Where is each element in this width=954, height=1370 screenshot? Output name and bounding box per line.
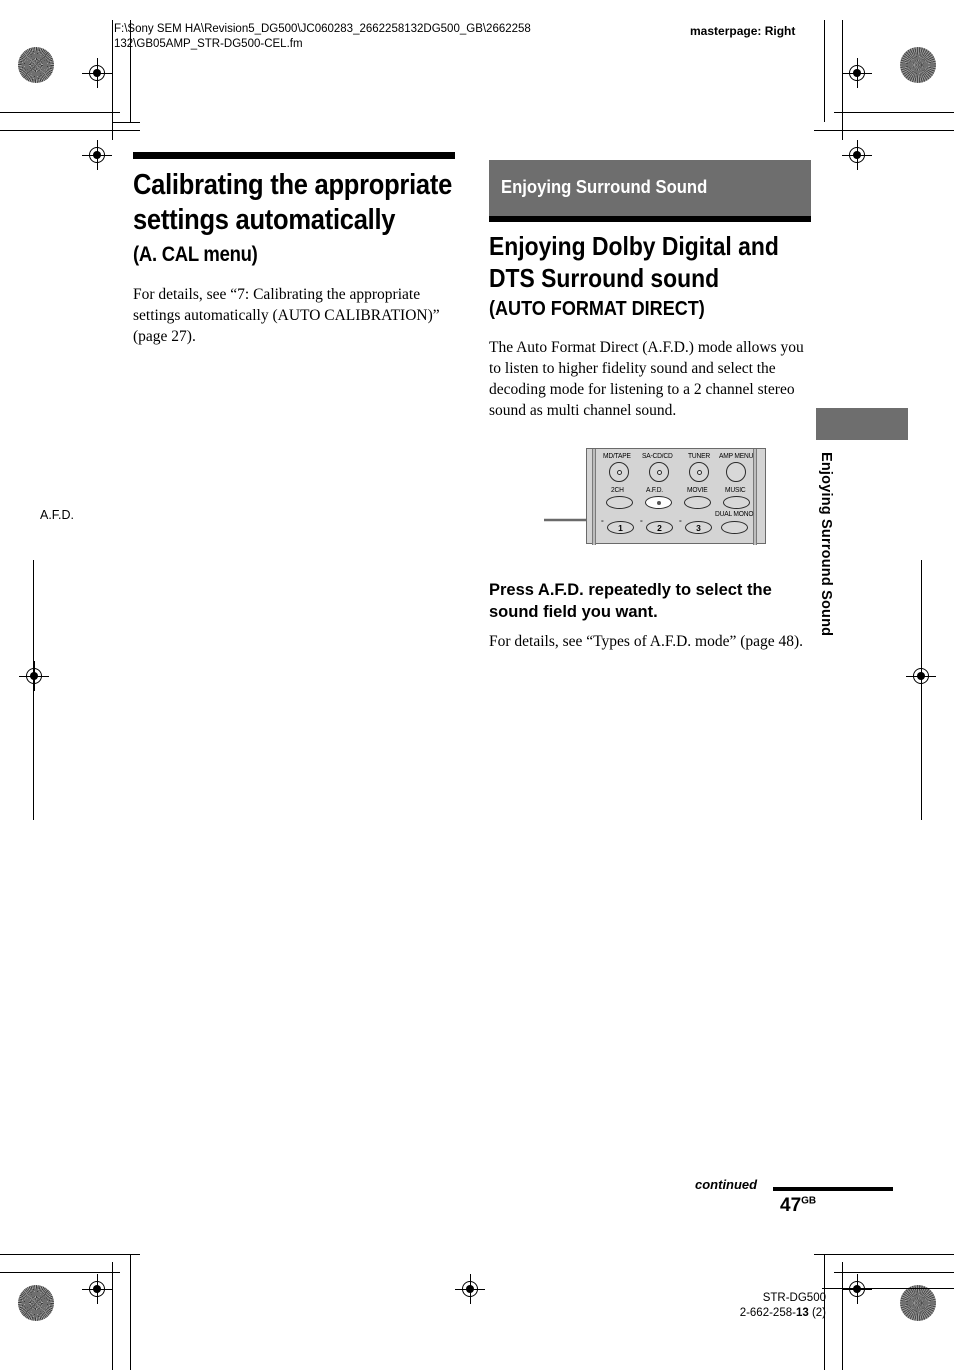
remote-button-sa-cd-cd[interactable] <box>649 462 669 482</box>
registration-mark <box>906 661 936 691</box>
callout-label-afd: A.F.D. <box>40 508 75 522</box>
section-banner-title: Enjoying Surround Sound <box>501 176 708 197</box>
crop-mark-line <box>0 112 120 113</box>
model-name: STR-DG500 <box>762 1292 826 1304</box>
remote-button-preset-1[interactable]: 1 <box>607 521 634 534</box>
remote-button-2ch[interactable] <box>606 496 633 509</box>
remote-button-tuner[interactable] <box>689 462 709 482</box>
registration-mark <box>19 661 49 691</box>
remote-label-music: MUSIC <box>725 487 746 494</box>
remote-label-md-tape: MD/TAPE <box>603 453 631 460</box>
crop-mark-line <box>834 112 954 113</box>
crop-mark-line <box>0 1254 140 1255</box>
remote-button-md-tape[interactable] <box>609 462 629 482</box>
crop-mark-line <box>814 130 954 131</box>
section-rule <box>133 152 455 159</box>
right-heading-main: Enjoying Dolby Digital and DTS Surround … <box>489 231 779 293</box>
remote-label-2ch: 2CH <box>611 487 624 494</box>
left-body-text: For details, see “7: Calibrating the app… <box>133 286 440 345</box>
remote-label-afd: A.F.D. <box>646 487 663 494</box>
rosette-target <box>18 47 54 83</box>
instruction-block: Press A.F.D. repeatedly to select the so… <box>489 579 811 652</box>
remote-rail-left <box>592 449 596 545</box>
right-heading-sub: (AUTO FORMAT DIRECT) <box>489 297 705 320</box>
left-column: Calibrating the appropriate settings aut… <box>133 152 455 347</box>
remote-button-movie[interactable] <box>684 496 711 509</box>
preset-dot-3: ° <box>679 520 682 527</box>
page-number: 47GB <box>780 1195 816 1217</box>
rosette-target <box>900 1285 936 1321</box>
preset-dot-1: ° <box>601 520 604 527</box>
crop-mark-line <box>834 1272 954 1273</box>
part-number: 2-662-258-13 (2) <box>739 1307 826 1319</box>
page-number-value: 47 <box>780 1195 802 1216</box>
crop-mark-line <box>0 130 140 131</box>
continued-rule <box>773 1187 893 1191</box>
section-banner: Enjoying Surround Sound <box>489 160 811 216</box>
remote-label-sa-cd-cd: SA-CD/CD <box>642 453 673 460</box>
continued-label: continued <box>695 1177 758 1192</box>
remote-button-afd[interactable] <box>645 496 672 509</box>
registration-mark <box>82 1274 112 1304</box>
remote-rail-right <box>753 449 757 545</box>
right-column: Enjoying Surround Sound Enjoying Dolby D… <box>489 160 811 421</box>
remote-button-preset-2[interactable]: 2 <box>646 521 673 534</box>
registration-mark <box>842 1274 872 1304</box>
masterpage-label: masterpage: Right <box>690 24 796 38</box>
registration-mark <box>842 58 872 88</box>
rosette-target <box>18 1285 54 1321</box>
crop-mark-line <box>822 1288 954 1289</box>
remote-button-music[interactable] <box>723 496 750 509</box>
instruction-heading: Press A.F.D. repeatedly to select the so… <box>489 581 772 621</box>
left-section-heading: Calibrating the appropriate settings aut… <box>133 168 456 270</box>
remote-button-amp-menu[interactable] <box>726 462 746 482</box>
registration-mark <box>842 140 872 170</box>
registration-mark <box>82 58 112 88</box>
file-path-header: F:\Sony SEM HA\Revision5_DG500\JC060283_… <box>114 23 531 50</box>
left-heading-sub: (A. CAL menu) <box>133 243 258 266</box>
page-number-suffix: GB <box>801 1195 817 1207</box>
right-section-heading: Enjoying Dolby Digital and DTS Surround … <box>489 230 812 323</box>
section-banner-rule <box>489 216 811 222</box>
side-tab-label: Enjoying Surround Sound <box>818 452 834 637</box>
rosette-target <box>900 47 936 83</box>
remote-button-dual-mono[interactable] <box>721 521 748 534</box>
remote-label-amp-menu: AMP MENU <box>719 453 754 460</box>
crop-mark-line <box>814 1254 954 1255</box>
crop-mark-line <box>130 1254 131 1370</box>
remote-label-tuner: TUNER <box>688 453 710 460</box>
remote-label-movie: MOVIE <box>687 487 708 494</box>
instruction-detail-text: For details, see “Types of A.F.D. mode” … <box>489 633 804 650</box>
crop-mark-line <box>0 1272 120 1273</box>
remote-label-dual-mono: DUAL MONO <box>715 511 754 518</box>
registration-mark <box>455 1274 485 1304</box>
right-intro-text: The Auto Format Direct (A.F.D.) mode all… <box>489 339 804 419</box>
crop-mark-line <box>824 20 825 122</box>
remote-body: MD/TAPE SA-CD/CD TUNER AMP MENU 2CH A.F.… <box>586 448 766 545</box>
remote-button-preset-3[interactable]: 3 <box>685 521 712 534</box>
crop-mark-line <box>112 122 140 123</box>
registration-mark <box>82 140 112 170</box>
remote-control-diagram: MD/TAPE SA-CD/CD TUNER AMP MENU 2CH A.F.… <box>489 448 811 560</box>
left-heading-main: Calibrating the appropriate settings aut… <box>133 169 452 236</box>
side-tab-marker <box>816 408 908 440</box>
preset-dot-2: ° <box>640 520 643 527</box>
crop-mark-line <box>112 1262 113 1370</box>
model-footer: STR-DG500 2-662-258-13 (2) <box>600 1291 826 1321</box>
